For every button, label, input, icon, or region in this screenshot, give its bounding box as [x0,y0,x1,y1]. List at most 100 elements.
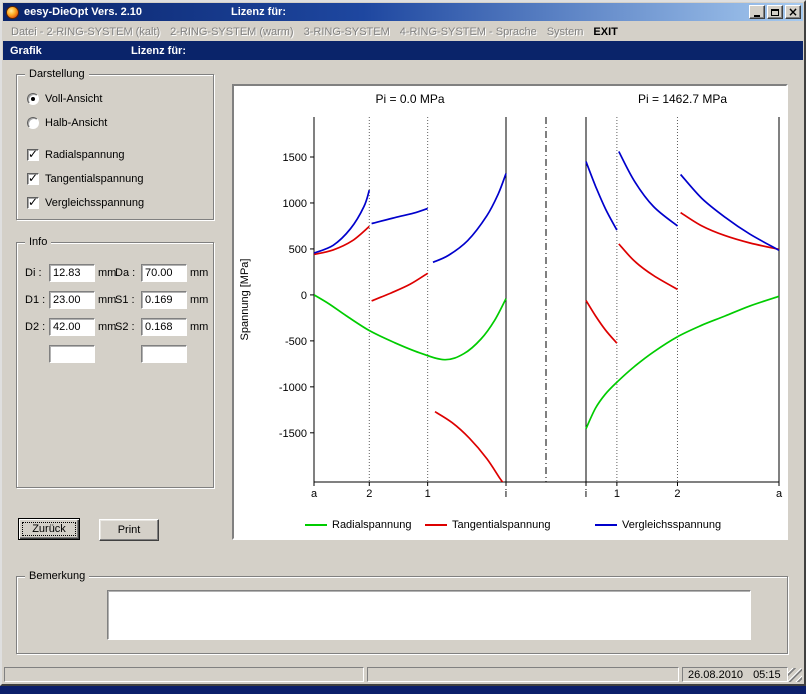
field-value-s1: 0.169 [141,291,187,309]
field-label-s1: S1 : [115,294,141,306]
checkbox-vergleichsspannung-label: Vergleichsspannung [45,197,144,209]
close-icon: × [788,7,798,17]
app-icon [6,6,19,19]
info-grid: Di : 12.83 mm Da : 70.00 mm D1 : 23.00 m… [25,259,205,367]
checkbox-radialspannung[interactable]: ✓ Radialspannung [27,143,144,167]
checkbox-tangentialspannung[interactable]: ✓ Tangentialspannung [27,167,144,191]
series-Radialspannung [314,295,506,360]
series-Vergleichsspannung [586,162,617,231]
menu-item-exit[interactable]: EXIT [588,24,622,40]
view-title: Grafik [10,45,42,57]
legend-line-radialspannung [305,524,327,526]
maximize-button[interactable] [767,5,783,19]
close-button[interactable]: × [785,5,801,19]
series-Vergleichsspannung [314,190,369,253]
legend-label-vergleichsspannung: Vergleichsspannung [622,519,721,531]
field-value-di: 12.83 [49,264,95,282]
x-tick-label: 1 [614,488,620,500]
y-tick-label: 500 [289,244,307,256]
menu-item-system: System [542,24,589,40]
field-unit-d2: mm [95,321,115,333]
menu-item-4ring-sprache: 4-RING-SYSTEM - Sprache [395,24,542,40]
checkbox-vergleichsspannung[interactable]: ✓ Vergleichsspannung [27,191,144,215]
checkbox-radialspannung-label: Radialspannung [45,149,125,161]
series-Tangentialspannung [681,213,779,250]
checkbox-tangentialspannung-label: Tangentialspannung [45,173,143,185]
radio-halb-ansicht-label: Halb-Ansicht [45,117,107,129]
minimize-icon [754,15,760,17]
y-tick-label: 1000 [283,198,307,210]
field-unit-d1: mm [95,294,115,306]
field-value-da: 70.00 [141,264,187,282]
legend-item-radialspannung: Radialspannung [305,519,412,531]
bemerkung-groupbox: Bemerkung [16,576,788,654]
series-Tangentialspannung [435,412,506,486]
x-tick-label: a [776,488,783,500]
back-button-label: Zurück [32,523,66,535]
radio-button-icon [27,93,39,105]
resize-grip-icon[interactable] [788,668,802,682]
series-Vergleichsspannung [433,174,506,263]
field-unit-s2: mm [187,321,205,333]
radio-voll-ansicht[interactable]: Voll-Ansicht [27,87,144,111]
field-value-s2: 0.168 [141,318,187,336]
field-unit-s1: mm [187,294,205,306]
bemerkung-textarea[interactable] [107,590,751,640]
statusbar-date: 26.08.2010 [688,669,743,681]
x-tick-label: i [505,488,507,500]
field-value-d1: 23.00 [49,291,95,309]
view-header: Grafik Lizenz für: [3,41,803,60]
x-tick-label: 2 [366,488,372,500]
field-unit-da: mm [187,267,205,279]
statusbar-section-2 [367,667,679,682]
series-Vergleichsspannung [619,152,678,226]
window-title: eesy-DieOpt Vers. 2.10 [24,6,142,18]
print-button-label: Print [118,524,141,536]
field-label-d2: D2 : [25,321,49,333]
legend-line-tangentialspannung [425,524,447,526]
radio-halb-ansicht[interactable]: Halb-Ansicht [27,111,144,135]
darstellung-groupbox: Darstellung Voll-Ansicht Halb-Ansicht ✓ … [16,74,214,220]
y-tick-label: 0 [301,290,307,302]
series-Vergleichsspannung [372,209,428,224]
field-unit-di: mm [95,267,115,279]
radio-voll-ansicht-label: Voll-Ansicht [45,93,102,105]
print-button[interactable]: Print [99,519,159,541]
y-tick-label: -1500 [279,428,307,440]
app-window: eesy-DieOpt Vers. 2.10 Lizenz für: × Dat… [0,0,806,686]
checkbox-icon: ✓ [27,197,39,209]
series-Vergleichsspannung [681,175,779,251]
titlebar-license-label: Lizenz für: [231,6,286,18]
series-Tangentialspannung [586,300,617,343]
info-groupbox: Info Di : 12.83 mm Da : 70.00 mm D1 : 23… [16,242,214,488]
legend-item-tangentialspannung: Tangentialspannung [425,519,550,531]
statusbar-section-1 [4,667,364,682]
titlebar[interactable]: eesy-DieOpt Vers. 2.10 Lizenz für: × [3,3,803,21]
bemerkung-legend: Bemerkung [25,570,89,583]
stress-chart: a21iPi = 0.0 MPai12aPi = 1462.7 MPa15001… [234,86,786,516]
chart-legend: Radialspannung Tangentialspannung Vergle… [234,516,786,536]
maximize-icon [771,9,779,16]
field-label-di: Di : [25,267,49,279]
info-extra-field-left [49,345,95,363]
x-tick-label: 1 [425,488,431,500]
stress-chart-svg: a21iPi = 0.0 MPai12aPi = 1462.7 MPa15001… [234,86,786,516]
panel-title: Pi = 1462.7 MPa [638,92,727,106]
minimize-button[interactable] [749,5,765,19]
panel-title: Pi = 0.0 MPa [375,92,444,106]
back-button[interactable]: Zurück [18,518,80,540]
legend-label-radialspannung: Radialspannung [332,519,412,531]
info-legend: Info [25,236,51,249]
legend-line-vergleichsspannung [595,524,617,526]
y-axis-label: Spannung [MPa] [239,259,251,341]
menu-item-3ring: 3-RING-SYSTEM [299,24,395,40]
x-tick-label: 2 [674,488,680,500]
taskbar-strip [0,686,806,694]
field-label-da: Da : [115,267,141,279]
window-controls: × [747,5,801,19]
y-tick-label: -1000 [279,382,307,394]
checkbox-icon: ✓ [27,173,39,185]
y-tick-label: -500 [285,336,307,348]
legend-item-vergleichsspannung: Vergleichsspannung [595,519,721,531]
series-Tangentialspannung [372,273,428,301]
